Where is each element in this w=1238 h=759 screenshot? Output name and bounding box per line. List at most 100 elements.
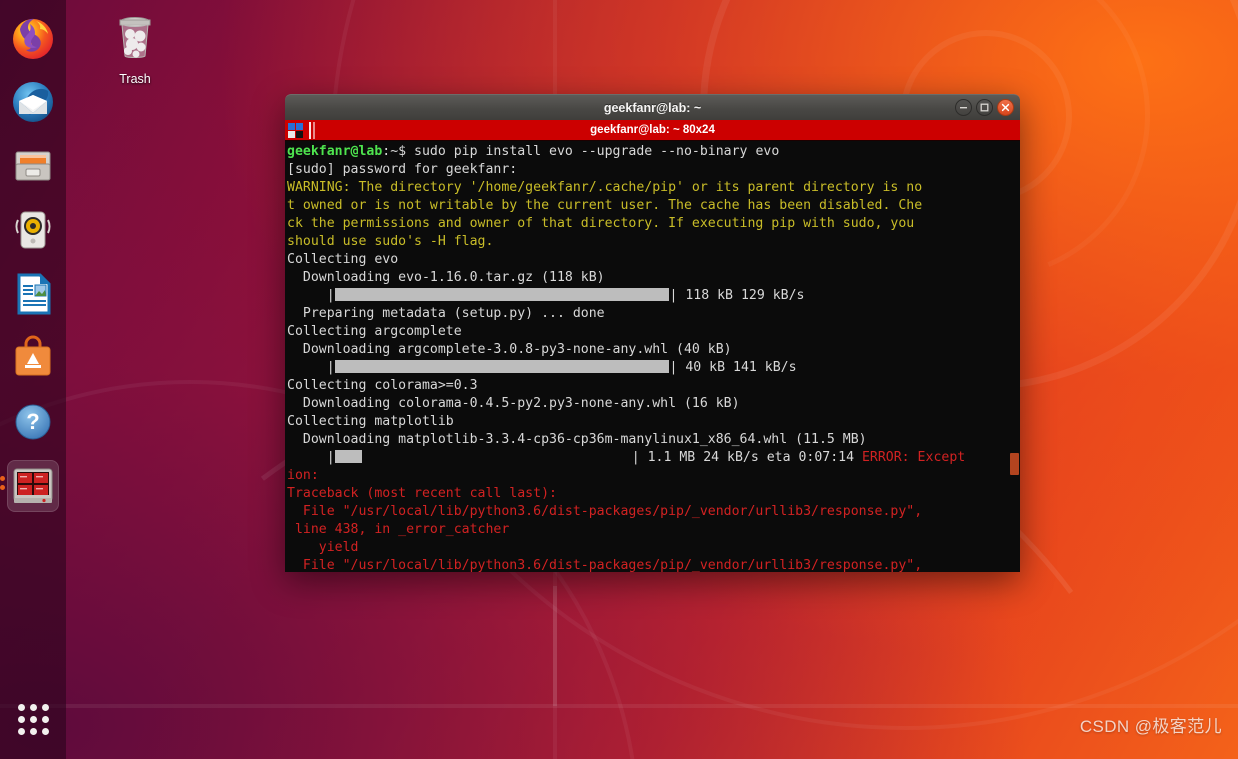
dock-item-ubuntu-software[interactable] <box>7 332 59 384</box>
terminal-text-span: Downloading argcomplete-3.0.8-py3-none-a… <box>287 342 732 357</box>
terminal-line: File "/usr/local/lib/python3.6/dist-pack… <box>287 557 1020 572</box>
terminal-text-span: Downloading colorama-0.4.5-py2.py3-none-… <box>287 396 740 411</box>
dock-item-rhythmbox[interactable] <box>7 204 59 256</box>
terminal-text-span: ERROR: Except <box>861 450 966 465</box>
terminal-line: geekfanr@lab:~$ sudo pip install evo --u… <box>287 143 1020 161</box>
download-progress-bar <box>334 360 670 373</box>
apps-grid-dot <box>29 727 37 735</box>
software-bag-icon <box>15 335 51 376</box>
terminal-line: line 438, in _error_catcher <box>287 521 1020 539</box>
terminal-output-area[interactable]: geekfanr@lab:~$ sudo pip install evo --u… <box>285 141 1020 572</box>
terminal-titlebar[interactable]: geekfanr@lab: ~ <box>285 94 1020 120</box>
apps-grid-dot <box>29 703 37 711</box>
thunderbird-icon <box>13 82 53 122</box>
terminal-tab-title: geekfanr@lab: ~ 80x24 <box>590 124 715 136</box>
maximize-icon <box>980 103 989 112</box>
terminal-activity-icon <box>288 122 303 138</box>
help-icon: ? <box>15 404 51 440</box>
tab-separator-2 <box>313 121 315 139</box>
terminal-line: should use sudo's -H flag. <box>287 233 1020 251</box>
terminal-text-span: Collecting matplotlib <box>287 414 454 429</box>
terminal-scrollbar[interactable] <box>1008 141 1020 572</box>
files-icon <box>15 151 51 181</box>
terminal-text-span: t owned or is not writable by the curren… <box>287 198 923 213</box>
terminal-text-span: [sudo] password for geekfanr: <box>287 162 526 177</box>
terminal-text-span: WARNING: The directory '/home/geekfanr/.… <box>287 180 923 195</box>
terminal-line: | | 1.1 MB 24 kB/s eta 0:07:14 ERROR: Ex… <box>287 449 1020 467</box>
desktop-icon-trash[interactable]: Trash <box>100 10 170 86</box>
download-progress-bar <box>334 450 362 463</box>
terminal-line: Collecting evo <box>287 251 1020 269</box>
terminal-text-span: :~$ sudo pip install evo --upgrade --no-… <box>382 144 780 159</box>
terminal-line: yield <box>287 539 1020 557</box>
dock-item-libreoffice-writer[interactable] <box>7 268 59 320</box>
terminal-line: Traceback (most recent call last): <box>287 485 1020 503</box>
dock-item-thunderbird[interactable] <box>7 76 59 128</box>
wallpaper-line-v2 <box>553 586 557 706</box>
terminal-line: Collecting colorama>=0.3 <box>287 377 1020 395</box>
terminal-text-span: geekfanr@lab <box>287 144 383 159</box>
minimize-icon <box>960 107 967 109</box>
terminal-text-span: ck the permissions and owner of that dir… <box>287 216 915 231</box>
terminal-line: | | 118 kB 129 kB/s <box>287 287 1020 305</box>
terminal-line: Collecting matplotlib <box>287 413 1020 431</box>
dock-item-help[interactable]: ? <box>7 396 59 448</box>
terminal-text-span: Collecting evo <box>287 252 399 267</box>
download-progress-bar <box>334 288 670 301</box>
terminal-text-span: File "/usr/local/lib/python3.6/dist-pack… <box>287 504 923 519</box>
terminal-text-span: Collecting colorama>=0.3 <box>287 378 478 393</box>
terminal-text-span: Downloading evo-1.16.0.tar.gz (118 kB) <box>287 270 605 285</box>
terminal-text-span: Traceback (most recent call last): <box>287 486 557 501</box>
trash-icon <box>119 17 151 58</box>
terminal-text-span: Collecting argcomplete <box>287 324 462 339</box>
dock-item-terminal[interactable] <box>0 460 59 512</box>
svg-text:?: ? <box>26 409 39 434</box>
apps-grid-dot <box>29 715 37 723</box>
apps-grid-dot <box>17 715 25 723</box>
terminal-text-span: yield <box>287 540 359 555</box>
terminal-text-span: File "/usr/local/lib/python3.6/dist-pack… <box>287 558 923 572</box>
terminal-line: ion: <box>287 467 1020 485</box>
terminal-text-span: | 40 kB 141 kB/s <box>669 360 797 375</box>
apps-grid-dot <box>41 703 49 711</box>
terminal-text-span: line 438, in _error_catcher <box>287 522 510 537</box>
terminal-line: WARNING: The directory '/home/geekfanr/.… <box>287 179 1020 197</box>
apps-grid-dot <box>17 703 25 711</box>
terminal-text-span: | <box>287 288 335 303</box>
dock-item-firefox[interactable] <box>7 12 59 64</box>
terminal-text-span: Downloading matplotlib-3.3.4-cp36-cp36m-… <box>287 432 867 447</box>
maximize-button[interactable] <box>976 99 993 116</box>
terminal-icon <box>13 468 53 503</box>
terminal-line: | | 40 kB 141 kB/s <box>287 359 1020 377</box>
terminal-text-span: | <box>287 360 335 375</box>
terminal-line: Downloading evo-1.16.0.tar.gz (118 kB) <box>287 269 1020 287</box>
terminal-line: Downloading matplotlib-3.3.4-cp36-cp36m-… <box>287 431 1020 449</box>
terminal-line: t owned or is not writable by the curren… <box>287 197 1020 215</box>
terminal-tabbar: geekfanr@lab: ~ 80x24 <box>285 120 1020 141</box>
terminal-line: Preparing metadata (setup.py) ... done <box>287 305 1020 323</box>
terminal-text: geekfanr@lab:~$ sudo pip install evo --u… <box>286 143 1020 572</box>
tab-separator <box>309 121 311 139</box>
terminal-text-span: | <box>287 450 335 465</box>
terminal-text-span: | 118 kB 129 kB/s <box>669 288 805 303</box>
window-controls <box>955 99 1014 116</box>
terminal-text-span: | 1.1 MB 24 kB/s eta 0:07:14 <box>631 450 862 465</box>
close-button[interactable] <box>997 99 1014 116</box>
trash-label: Trash <box>119 72 151 86</box>
terminal-text-span: ion: <box>287 468 319 483</box>
show-applications-button[interactable] <box>7 693 59 745</box>
dock-item-files[interactable] <box>7 140 59 192</box>
terminal-text-span: Preparing metadata (setup.py) ... done <box>287 306 605 321</box>
firefox-icon <box>13 18 53 59</box>
document-icon <box>17 273 51 315</box>
apps-grid-dot <box>41 727 49 735</box>
rhythmbox-icon <box>15 211 51 249</box>
terminal-scrollbar-thumb[interactable] <box>1010 453 1019 475</box>
apps-grid-dot <box>41 715 49 723</box>
wallpaper-line-h <box>0 704 1238 708</box>
terminal-line: [sudo] password for geekfanr: <box>287 161 1020 179</box>
window-title: geekfanr@lab: ~ <box>603 100 702 115</box>
terminal-line: Downloading argcomplete-3.0.8-py3-none-a… <box>287 341 1020 359</box>
minimize-button[interactable] <box>955 99 972 116</box>
terminal-line: Collecting argcomplete <box>287 323 1020 341</box>
